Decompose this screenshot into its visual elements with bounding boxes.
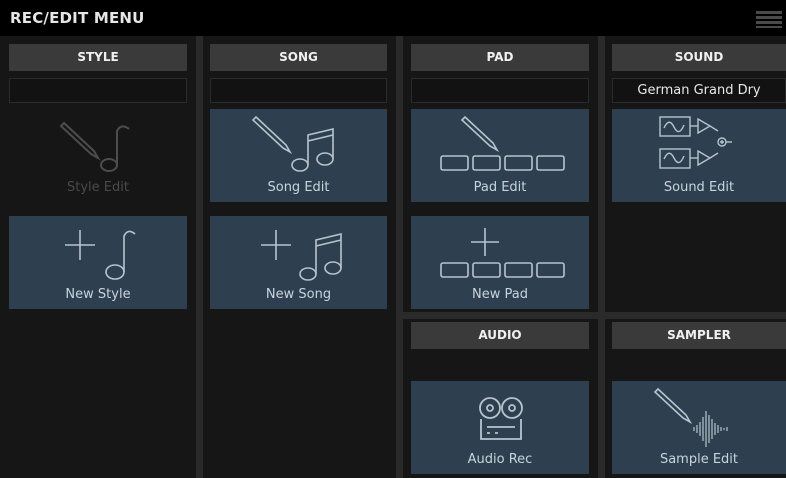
song-edit-button[interactable]: Song Edit [210, 109, 387, 202]
page-title: REC/EDIT MENU [10, 9, 145, 27]
sound-name-box: German Grand Dry [612, 78, 786, 103]
pad-header: PAD [411, 44, 589, 71]
song-name-box [210, 78, 387, 103]
audio-header: AUDIO [411, 322, 589, 349]
sample-edit-button[interactable]: Sample Edit [612, 381, 786, 474]
new-song-button[interactable]: New Song [210, 216, 387, 309]
style-header: STYLE [9, 44, 187, 71]
row-divider [403, 312, 786, 319]
top-bar: REC/EDIT MENU [0, 0, 786, 36]
audio-rec-button[interactable]: Audio Rec [411, 381, 589, 474]
pad-name-box [411, 78, 589, 103]
sample-edit-label: Sample Edit [659, 452, 739, 467]
sampler-header: SAMPLER [612, 322, 786, 349]
style-edit-button[interactable]: Style Edit [9, 109, 187, 202]
new-style-button[interactable]: New Style [9, 216, 187, 309]
column-divider [598, 36, 605, 478]
style-edit-label: Style Edit [67, 180, 129, 195]
menu-button[interactable] [756, 11, 782, 28]
style-name-box [9, 78, 187, 103]
song-edit-label: Song Edit [267, 180, 330, 195]
column-divider [196, 36, 203, 478]
pad-edit-button[interactable]: Pad Edit [411, 109, 589, 202]
song-header: SONG [210, 44, 387, 71]
new-pad-label: New Pad [472, 287, 528, 302]
sound-edit-label: Sound Edit [663, 180, 735, 195]
sound-edit-button[interactable]: Sound Edit [612, 109, 786, 202]
sound-header: SOUND [612, 44, 786, 71]
new-style-label: New Style [65, 287, 131, 302]
new-pad-button[interactable]: New Pad [411, 216, 589, 309]
column-divider [396, 36, 403, 478]
new-song-label: New Song [265, 287, 332, 302]
list-icon [756, 11, 782, 28]
audio-rec-label: Audio Rec [467, 452, 533, 467]
main-area: STYLE Style Edit New Style SONG Song Edi… [0, 36, 786, 478]
pad-edit-label: Pad Edit [473, 180, 527, 195]
